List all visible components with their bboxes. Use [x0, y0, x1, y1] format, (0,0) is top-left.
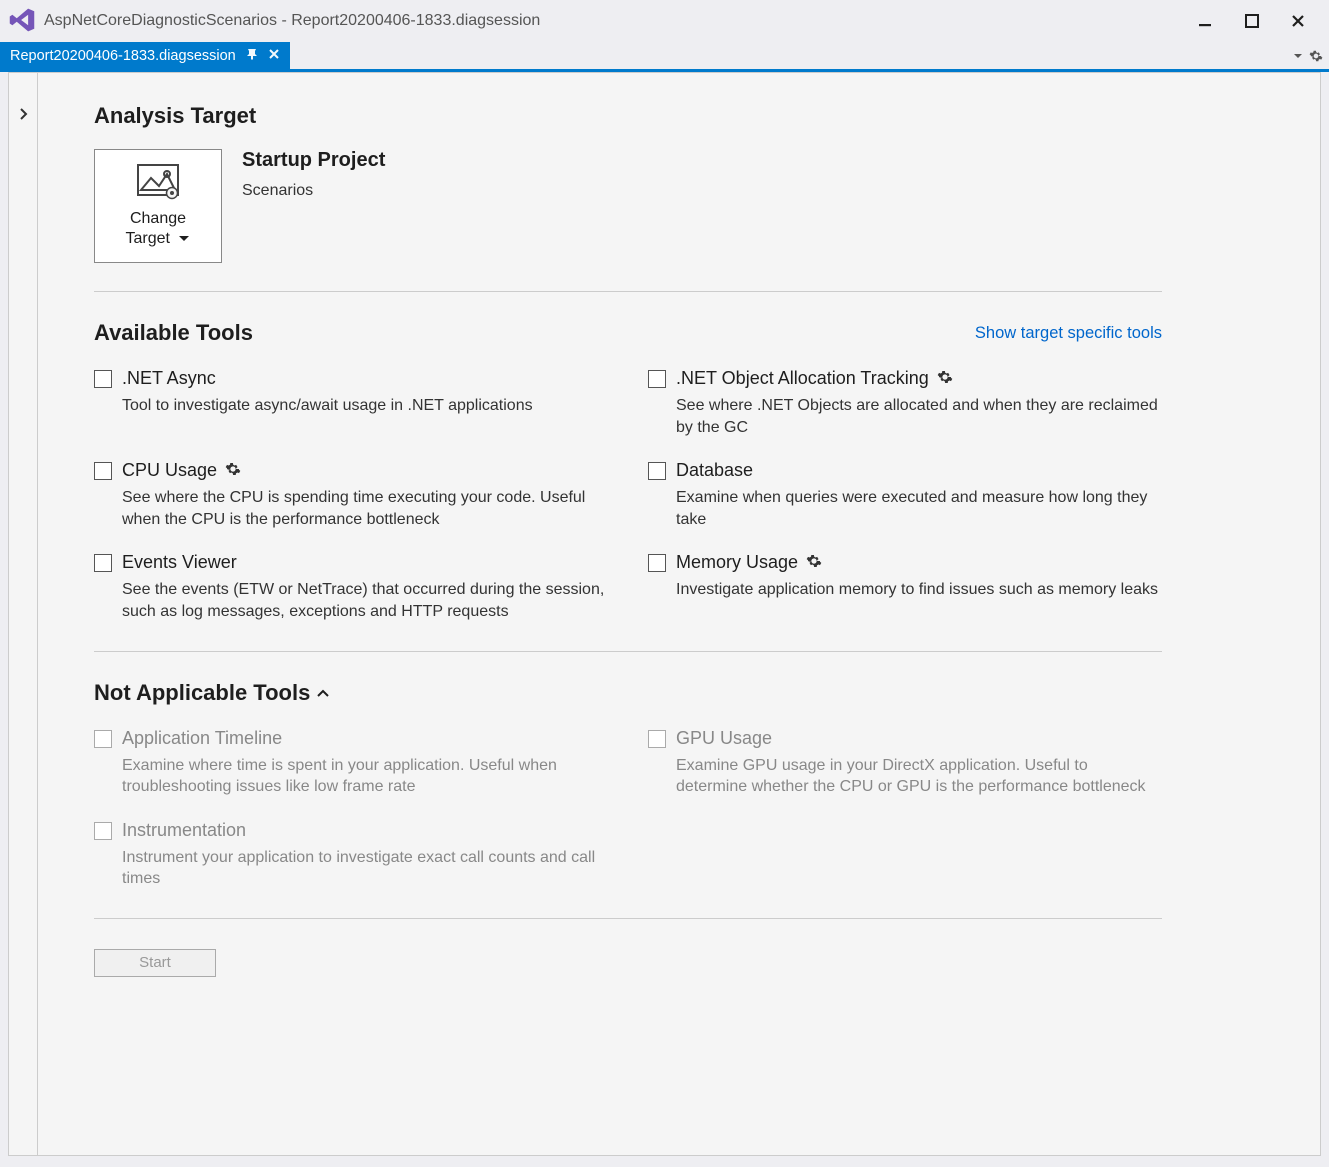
window-controls	[1183, 6, 1321, 36]
start-button[interactable]: Start	[94, 949, 216, 977]
checkbox-net-alloc[interactable]	[648, 370, 666, 388]
change-target-label-1: Change	[130, 209, 186, 229]
checkbox-cpu[interactable]	[94, 462, 112, 480]
tool-title: Instrumentation	[122, 820, 246, 841]
divider	[94, 918, 1162, 919]
change-target-label-2: Target	[126, 230, 170, 247]
tool-database: Database Examine when queries were execu…	[648, 460, 1162, 530]
tab-label: Report20200406-1833.diagsession	[10, 48, 236, 64]
tool-desc: Examine when queries were executed and m…	[676, 487, 1162, 530]
tab-overflow-icon[interactable]	[1293, 51, 1303, 61]
divider	[94, 651, 1162, 652]
pin-icon[interactable]	[246, 48, 258, 64]
tool-memory: Memory Usage Investigate application mem…	[648, 552, 1162, 622]
tool-title: GPU Usage	[676, 728, 772, 749]
tool-instrumentation: Instrumentation Instrument your applicat…	[94, 820, 608, 890]
tool-title: Application Timeline	[122, 728, 282, 749]
close-button[interactable]	[1275, 6, 1321, 36]
not-applicable-header[interactable]: Not Applicable Tools	[94, 680, 1162, 706]
document-area: Analysis Target Change	[38, 72, 1321, 1156]
tool-title: Memory Usage	[676, 552, 798, 573]
tool-title: CPU Usage	[122, 460, 217, 481]
tab-options-gear-icon[interactable]	[1309, 49, 1323, 63]
target-subtitle: Scenarios	[242, 182, 385, 200]
tool-desc: Investigate application memory to find i…	[676, 579, 1162, 601]
target-title: Startup Project	[242, 149, 385, 172]
tool-net-alloc: .NET Object Allocation Tracking See wher…	[648, 368, 1162, 438]
tool-cpu: CPU Usage See where the CPU is spending …	[94, 460, 608, 530]
document-tab[interactable]: Report20200406-1833.diagsession	[0, 42, 290, 69]
tool-desc: Examine GPU usage in your DirectX applic…	[676, 755, 1162, 798]
checkbox-instrumentation	[94, 822, 112, 840]
gear-icon[interactable]	[225, 461, 241, 480]
tool-desc: See where the CPU is spending time execu…	[122, 487, 608, 530]
checkbox-events[interactable]	[94, 554, 112, 572]
target-image-icon	[137, 164, 179, 203]
tool-desc: Examine where time is spent in your appl…	[122, 755, 608, 798]
tool-title: Events Viewer	[122, 552, 237, 573]
tool-gpu: GPU Usage Examine GPU usage in your Dire…	[648, 728, 1162, 798]
gear-icon[interactable]	[937, 369, 953, 388]
caret-down-icon	[178, 229, 190, 249]
chevron-right-icon	[18, 107, 28, 1155]
divider	[94, 291, 1162, 292]
tool-net-async: .NET Async Tool to investigate async/awa…	[94, 368, 608, 438]
tool-events: Events Viewer See the events (ETW or Net…	[94, 552, 608, 622]
title-bar: AspNetCoreDiagnosticScenarios - Report20…	[0, 0, 1329, 42]
checkbox-gpu	[648, 730, 666, 748]
tab-strip: Report20200406-1833.diagsession	[0, 42, 1329, 72]
tool-app-timeline: Application Timeline Examine where time …	[94, 728, 608, 798]
tool-title: Database	[676, 460, 753, 481]
not-applicable-grid: Application Timeline Examine where time …	[94, 728, 1162, 890]
tool-title: .NET Object Allocation Tracking	[676, 368, 929, 389]
tool-desc: See the events (ETW or NetTrace) that oc…	[122, 579, 608, 622]
analysis-target-heading: Analysis Target	[94, 103, 1162, 129]
not-applicable-heading: Not Applicable Tools	[94, 680, 310, 706]
minimize-button[interactable]	[1183, 6, 1229, 36]
checkbox-memory[interactable]	[648, 554, 666, 572]
checkbox-database[interactable]	[648, 462, 666, 480]
checkbox-app-timeline	[94, 730, 112, 748]
show-target-specific-link[interactable]: Show target specific tools	[975, 324, 1162, 343]
body: Analysis Target Change	[0, 72, 1329, 1164]
chevron-up-icon	[316, 685, 330, 701]
start-button-label: Start	[139, 954, 171, 971]
change-target-button[interactable]: Change Target	[94, 149, 222, 263]
checkbox-net-async[interactable]	[94, 370, 112, 388]
side-gutter[interactable]	[8, 72, 38, 1156]
target-info: Startup Project Scenarios	[242, 149, 385, 200]
gear-icon[interactable]	[806, 553, 822, 572]
maximize-button[interactable]	[1229, 6, 1275, 36]
tool-title: .NET Async	[122, 368, 216, 389]
tool-desc: Tool to investigate async/await usage in…	[122, 395, 608, 417]
window-title: AspNetCoreDiagnosticScenarios - Report20…	[44, 12, 1183, 30]
close-tab-icon[interactable]	[268, 48, 280, 64]
vs-logo-icon	[8, 6, 36, 37]
available-tools-heading: Available Tools	[94, 320, 253, 346]
available-tools-grid: .NET Async Tool to investigate async/awa…	[94, 368, 1162, 623]
tool-desc: Instrument your application to investiga…	[122, 847, 608, 890]
tool-desc: See where .NET Objects are allocated and…	[676, 395, 1162, 438]
